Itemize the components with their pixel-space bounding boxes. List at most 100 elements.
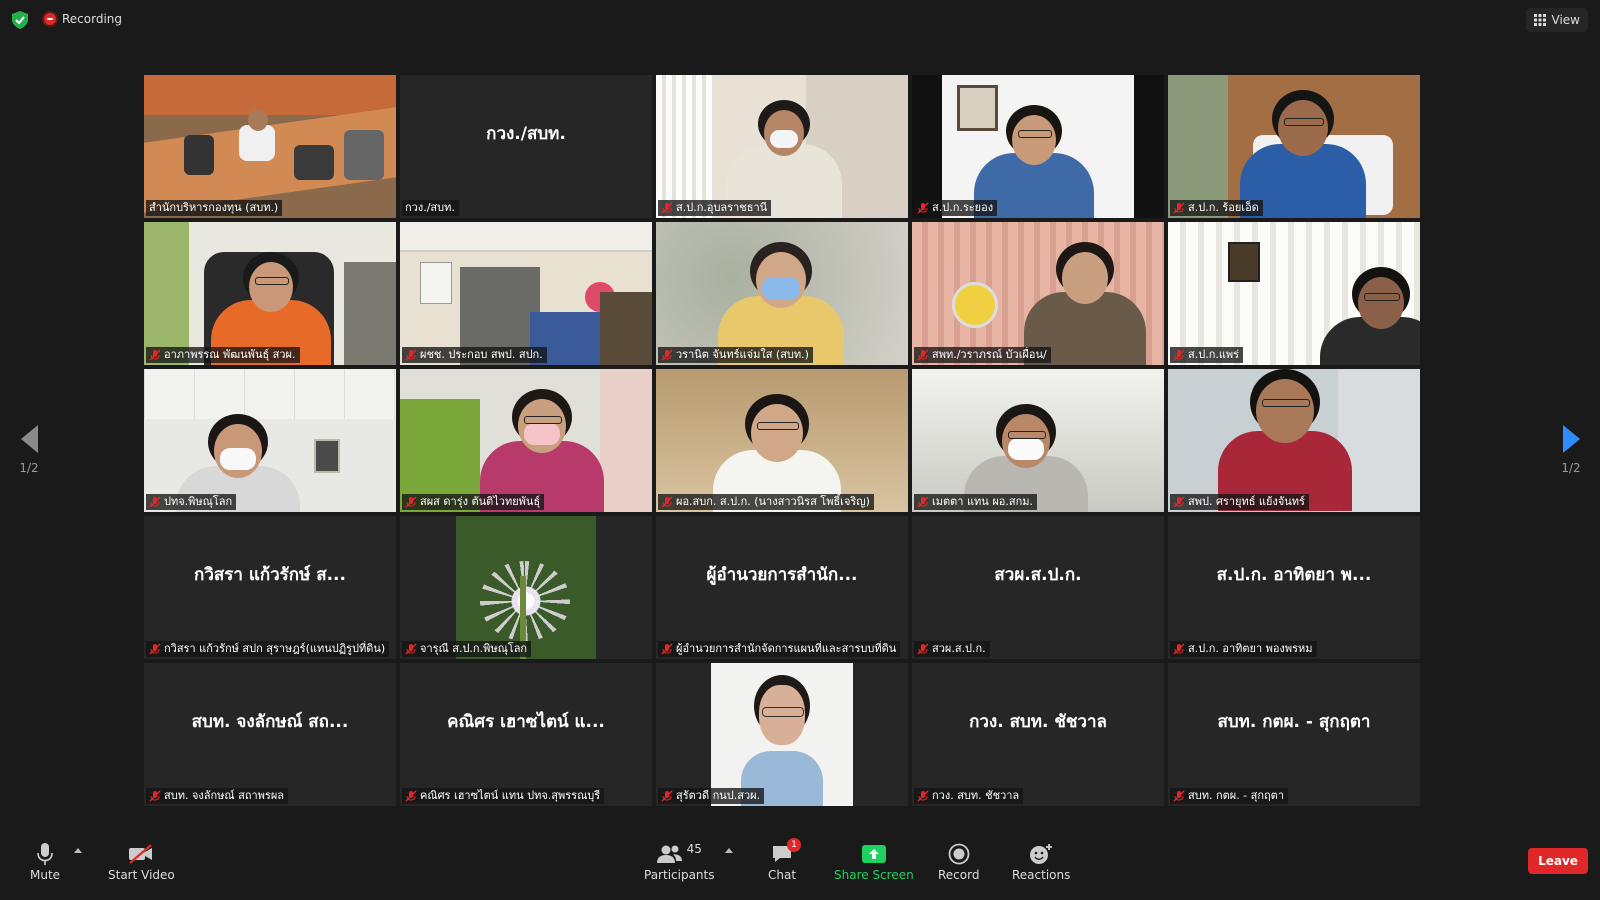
participant-tile[interactable]: ส.ป.ก.อุบลราชธานี <box>656 75 908 218</box>
participant-name: สบท. จงลักษณ์ สถาพรผล <box>164 789 285 802</box>
participant-tile[interactable]: สวผ.ส.ป.ก. สวผ.ส.ป.ก. <box>912 516 1164 659</box>
microphone-muted-icon <box>661 790 673 802</box>
participant-name-label: ผู้อำนวยการสำนักจัดการแผนที่และสารบบที่ด… <box>658 641 901 657</box>
video-feed <box>400 516 652 659</box>
chat-label: Chat <box>768 868 797 882</box>
previous-page-button[interactable]: 1/2 <box>15 425 43 475</box>
participant-name-label: กวง./สบท. <box>402 200 459 216</box>
participant-name-label: สบท. กตผ. - สุกฤตา <box>1170 788 1289 804</box>
participant-tile[interactable]: ส.ป.ก. ร้อยเอ็ด <box>1168 75 1420 218</box>
participant-name: คณิศร เฮาซไตน์ แทน ปทจ.สุพรรณบุรี <box>420 789 601 802</box>
participant-tile[interactable]: ผอ.สบก. ส.ป.ก. (นางสาวนิรส โพธิ์เจริญ) <box>656 369 908 512</box>
participant-name: สบท. กตผ. - สุกฤตา <box>1188 789 1285 802</box>
microphone-muted-icon <box>149 496 161 508</box>
participant-name-label: ผอ.สบก. ส.ป.ก. (นางสาวนิรส โพธิ์เจริญ) <box>658 494 874 510</box>
participants-button[interactable]: 45 Participants <box>644 840 715 882</box>
participant-tile[interactable]: ส.ป.ก.ระยอง <box>912 75 1164 218</box>
microphone-icon <box>37 843 53 865</box>
participant-name-label: อาภาพรรณ พัฒนพันธุ์ สวผ. <box>146 347 300 363</box>
participant-name: สุรัตวดี กนป.สวผ. <box>676 789 761 802</box>
participant-name-label: ส.ป.ก.แพร่ <box>1170 347 1244 363</box>
participants-options-caret-icon[interactable] <box>725 848 733 853</box>
microphone-muted-icon <box>405 790 417 802</box>
participant-name: ผชช. ประกอบ สพป. สปก. <box>420 348 543 361</box>
participant-tile[interactable]: จารุณี ส.ป.ก.พิษณุโลก <box>400 516 652 659</box>
participant-name: ผอ.สบก. ส.ป.ก. (นางสาวนิรส โพธิ์เจริญ) <box>676 495 870 508</box>
record-button[interactable]: Record <box>938 840 979 882</box>
participant-name: ปทจ.พิษณุโลก <box>164 495 233 508</box>
participant-tile[interactable]: สบท. จงลักษณ์ สถ... สบท. จงลักษณ์ สถาพรผล <box>144 663 396 806</box>
mute-button[interactable]: Mute <box>30 840 60 882</box>
participant-name-label: สพท./วราภรณ์ บัวเผื่อน/ <box>914 347 1051 363</box>
reactions-button[interactable]: Reactions <box>1012 840 1070 882</box>
participant-tile[interactable]: ปทจ.พิษณุโลก <box>144 369 396 512</box>
participant-name-label: วรานิต จันทร์แจ่มใส (สบท.) <box>658 347 813 363</box>
next-page-button[interactable]: 1/2 <box>1557 425 1585 475</box>
mute-label: Mute <box>30 868 61 882</box>
participant-name: ส.ป.ก.อุบลราชธานี <box>676 201 768 214</box>
participant-tile[interactable]: คณิศร เฮาซไตน์ แ... คณิศร เฮาซไตน์ แทน ปท… <box>400 663 652 806</box>
microphone-muted-icon <box>917 790 929 802</box>
participant-name-label: กวิสรา แก้วรักษ์ สปก สุราษฎร์(แทนปฏิรูปท… <box>146 641 390 657</box>
microphone-muted-icon <box>917 496 929 508</box>
microphone-muted-icon <box>917 643 929 655</box>
participant-name: สพท./วราภรณ์ บัวเผื่อน/ <box>932 348 1047 361</box>
participant-tile[interactable]: สำนักบริหารกองทุน (สบท.) <box>144 75 396 218</box>
participant-display-name: สบท. จงลักษณ์ สถ... <box>191 712 349 732</box>
arrow-right-icon <box>1562 425 1580 453</box>
start-video-button[interactable]: Start Video <box>108 840 175 882</box>
participant-tile[interactable]: อาภาพรรณ พัฒนพันธุ์ สวผ. <box>144 222 396 365</box>
participant-name: วรานิต จันทร์แจ่มใส (สบท.) <box>676 348 809 361</box>
chat-unread-badge: 1 <box>787 838 802 852</box>
video-feed <box>656 663 908 806</box>
participant-tile[interactable]: ส.ป.ก. อาทิตยา พ... ส.ป.ก. อาทิตยา พองพรห… <box>1168 516 1420 659</box>
chat-button[interactable]: 1 Chat <box>768 838 802 882</box>
participant-tile[interactable]: ส.ป.ก.แพร่ <box>1168 222 1420 365</box>
participant-name: กวง./สบท. <box>405 201 455 214</box>
participant-name-label: ผชช. ประกอบ สพป. สปก. <box>402 347 547 363</box>
participant-tile[interactable]: สพป. ศรายุทธ์ แย้งจันทร์ <box>1168 369 1420 512</box>
grid-view-icon <box>1533 14 1546 26</box>
arrow-left-icon <box>20 425 38 453</box>
security-shield-icon[interactable] <box>12 11 28 29</box>
record-icon <box>948 843 970 865</box>
video-feed <box>656 75 908 218</box>
participant-tile[interactable]: กวง./สบท. กวง./สบท. <box>400 75 652 218</box>
participant-tile[interactable]: วรานิต จันทร์แจ่มใส (สบท.) <box>656 222 908 365</box>
video-feed <box>912 369 1164 512</box>
share-screen-button[interactable]: Share Screen <box>834 840 914 882</box>
audio-options-caret-icon[interactable] <box>74 848 82 853</box>
participant-tile[interactable]: ผู้อำนวยการสำนัก... ผู้อำนวยการสำนักจัดกา… <box>656 516 908 659</box>
left-page-indicator: 1/2 <box>19 461 39 475</box>
participant-name: กวิสรา แก้วรักษ์ สปก สุราษฎร์(แทนปฏิรูปท… <box>164 642 386 655</box>
participant-name-label: สวผ.ส.ป.ก. <box>914 641 990 657</box>
participant-tile[interactable]: กวิสรา แก้วรักษ์ ส... กวิสรา แก้วรักษ์ สป… <box>144 516 396 659</box>
leave-meeting-button[interactable]: Leave <box>1528 848 1588 874</box>
participant-name: สำนักบริหารกองทุน (สบท.) <box>149 201 279 214</box>
participant-name-label: เมตตา แทน ผอ.สกม. <box>914 494 1037 510</box>
microphone-muted-icon <box>149 643 161 655</box>
recording-indicator[interactable]: Recording <box>44 12 122 26</box>
participant-tile[interactable]: สผส ดารุ่ง ตันติไวทยพันธุ์ <box>400 369 652 512</box>
participant-name-label: สุรัตวดี กนป.สวผ. <box>658 788 765 804</box>
participant-tile[interactable]: สพท./วราภรณ์ บัวเผื่อน/ <box>912 222 1164 365</box>
participant-name-label: ส.ป.ก.ระยอง <box>914 200 998 216</box>
participant-name: กวง. สบท. ชัชวาล <box>932 789 1020 802</box>
participant-tile[interactable]: ผชช. ประกอบ สพป. สปก. <box>400 222 652 365</box>
microphone-muted-icon <box>149 790 161 802</box>
participant-tile[interactable]: เมตตา แทน ผอ.สกม. <box>912 369 1164 512</box>
video-feed <box>656 369 908 512</box>
participant-name-label: จารุณี ส.ป.ก.พิษณุโลก <box>402 641 532 657</box>
reactions-label: Reactions <box>1012 868 1071 882</box>
recording-dot-icon <box>44 13 56 25</box>
microphone-muted-icon <box>661 349 673 361</box>
participant-tile[interactable]: สบท. กตผ. - สุกฤตา สบท. กตผ. - สุกฤตา <box>1168 663 1420 806</box>
participant-display-name: ส.ป.ก. อาทิตยา พ... <box>1216 565 1372 585</box>
participant-display-name: สบท. กตผ. - สุกฤตา <box>1217 712 1371 732</box>
start-video-label: Start Video <box>108 868 175 882</box>
view-button[interactable]: View <box>1525 8 1588 32</box>
microphone-muted-icon <box>661 643 673 655</box>
participant-name: สวผ.ส.ป.ก. <box>932 642 986 655</box>
participant-tile[interactable]: สุรัตวดี กนป.สวผ. <box>656 663 908 806</box>
participant-tile[interactable]: กวง. สบท. ชัชวาล กวง. สบท. ชัชวาล <box>912 663 1164 806</box>
